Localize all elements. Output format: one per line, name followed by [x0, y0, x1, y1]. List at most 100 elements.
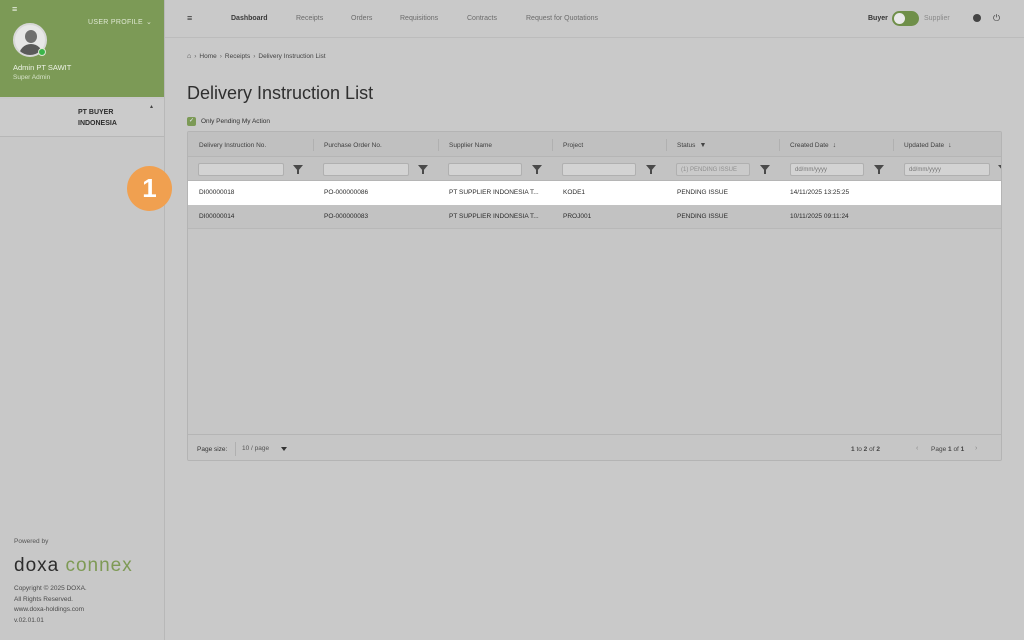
filter-created-date[interactable]: dd/mm/yyyy — [790, 163, 864, 176]
page-title: Delivery Instruction List — [187, 83, 374, 103]
cell-supplier-name: PT SUPPLIER INDONESIA T... — [449, 213, 539, 220]
pending-checkbox-label[interactable]: Only Pending My Action — [201, 118, 270, 125]
profile-panel: ≡ USER PROFILE ⌄ Admin PT SAWIT Super Adm… — [0, 0, 164, 97]
filter-updated-date[interactable]: dd/mm/yyyy — [904, 163, 990, 176]
page-word: Page — [931, 446, 947, 453]
version-text: v.02.01.01 — [14, 616, 44, 624]
col-header-delivery-instruction-no[interactable]: Delivery Instruction No. — [199, 142, 266, 149]
filter-row: (1) PENDING ISSUE dd/mm/yyyy dd/mm/yyyy — [188, 157, 1001, 181]
filter-delivery-instruction-no[interactable] — [198, 163, 284, 176]
col-header-project[interactable]: Project — [563, 142, 583, 149]
nav-requisitions[interactable]: Requisitions — [400, 15, 438, 22]
cell-status: PENDING ISSUE — [677, 213, 728, 220]
breadcrumb-receipts[interactable]: Receipts — [225, 53, 250, 60]
filter-purchase-order-no[interactable] — [323, 163, 409, 176]
logo-connex: connex — [65, 555, 133, 576]
copyright-text: Copyright © 2025 DOXA. — [14, 585, 87, 592]
col-header-created-date[interactable]: Created Date ↓ — [790, 142, 836, 149]
sidebar-footer: Copyright © 2025 DOXA. All Rights Reserv… — [14, 584, 87, 626]
filter-icon[interactable] — [998, 165, 1001, 171]
buyer-supplier-toggle[interactable] — [892, 11, 919, 26]
caret-down-icon — [281, 447, 287, 451]
top-navigation: ≡ Dashboard Receipts Orders Requisitions… — [165, 0, 1024, 38]
col-header-status[interactable]: Status ▼ — [677, 142, 706, 149]
sort-desc-icon[interactable]: ↓ — [948, 142, 952, 149]
cell-created-date: 14/11/2025 13:25:25 — [790, 189, 850, 196]
grid-header: Delivery Instruction No. Purchase Order … — [188, 132, 1001, 157]
pending-checkbox[interactable]: ✓ — [187, 117, 196, 126]
range-of: of — [869, 446, 875, 453]
filter-status[interactable]: (1) PENDING ISSUE — [676, 163, 750, 176]
globe-icon[interactable] — [973, 14, 981, 22]
table-row[interactable]: DI00000014 PO-000000083 PT SUPPLIER INDO… — [188, 205, 1001, 229]
cell-delivery-instruction-no[interactable]: DI00000014 — [199, 213, 234, 220]
page-indicator: Page 1 of 1 — [931, 446, 964, 453]
rights-text: All Rights Reserved. — [14, 595, 73, 603]
website-link[interactable]: www.doxa-holdings.com — [14, 605, 87, 616]
avatar-head — [25, 30, 37, 43]
next-page-icon[interactable]: › — [975, 445, 977, 452]
page-of: of — [953, 446, 959, 453]
hamburger-menu-icon[interactable]: ≡ — [187, 13, 192, 23]
row-range: 1 to 2 of 2 — [851, 446, 880, 453]
doxa-connex-logo: doxa connex — [14, 555, 133, 577]
sidebar-menu-icon[interactable]: ≡ — [12, 4, 17, 14]
filter-icon[interactable] — [760, 165, 770, 174]
nav-dashboard[interactable]: Dashboard — [231, 15, 268, 22]
home-icon[interactable]: ⌂ — [187, 53, 191, 60]
filter-icon[interactable] — [418, 165, 428, 174]
col-divider[interactable] — [779, 139, 780, 151]
col-divider[interactable] — [893, 139, 894, 151]
sidebar: ≡ USER PROFILE ⌄ Admin PT SAWIT Super Adm… — [0, 0, 165, 640]
cell-status: PENDING ISSUE — [677, 189, 728, 196]
filter-supplier-name[interactable] — [448, 163, 522, 176]
page-size-select[interactable]: 10 / page — [235, 442, 291, 456]
power-icon[interactable]: ⏻ — [993, 13, 1000, 23]
powered-by-label: Powered by — [14, 538, 49, 545]
filter-project[interactable] — [562, 163, 636, 176]
table-row[interactable]: DI00000018 PO-000000086 PT SUPPLIER INDO… — [188, 181, 1001, 205]
chevron-down-icon: ⌄ — [145, 19, 153, 26]
previous-page-icon[interactable]: ‹ — [916, 445, 918, 452]
page-current: 1 — [948, 446, 952, 453]
cell-purchase-order-no: PO-000000086 — [324, 189, 369, 196]
filter-icon[interactable] — [293, 165, 303, 174]
user-name: Admin PT SAWIT — [13, 63, 72, 72]
role-buyer-label: Buyer — [868, 15, 888, 22]
sort-desc-icon[interactable]: ↓ — [833, 142, 837, 149]
breadcrumb: ⌂ › Home › Receipts › Delivery Instruction Lis… — [187, 53, 326, 60]
cell-delivery-instruction-no[interactable]: DI00000018 — [199, 189, 234, 196]
toggle-knob — [894, 13, 905, 24]
range-to: to — [856, 446, 862, 453]
col-header-status-label: Status — [677, 142, 696, 149]
page-size-value: 10 / page — [242, 445, 270, 452]
filter-active-icon[interactable]: ▼ — [699, 142, 706, 149]
role-supplier-label: Supplier — [924, 15, 950, 22]
breadcrumb-current: Delivery Instruction List — [258, 53, 326, 60]
cell-supplier-name: PT SUPPLIER INDONESIA T... — [449, 189, 539, 196]
col-header-purchase-order-no[interactable]: Purchase Order No. — [324, 142, 382, 149]
range-start: 1 — [851, 446, 855, 453]
company-selector[interactable]: PT BUYER INDONESIA ▴ — [0, 99, 164, 137]
col-divider[interactable] — [552, 139, 553, 151]
nav-orders[interactable]: Orders — [351, 15, 372, 22]
col-header-updated-date-label: Updated Date — [904, 142, 945, 149]
nav-request-for-quotations[interactable]: Request for Quotations — [526, 15, 598, 22]
col-divider[interactable] — [438, 139, 439, 151]
filter-icon[interactable] — [532, 165, 542, 174]
col-header-supplier-name[interactable]: Supplier Name — [449, 142, 492, 149]
filter-icon[interactable] — [874, 165, 884, 174]
col-header-updated-date[interactable]: Updated Date ↓ — [904, 142, 952, 149]
user-profile-dropdown[interactable]: USER PROFILE ⌄ — [88, 18, 152, 26]
nav-receipts[interactable]: Receipts — [296, 15, 323, 22]
breadcrumb-home[interactable]: Home — [199, 53, 216, 60]
col-divider[interactable] — [666, 139, 667, 151]
col-divider[interactable] — [313, 139, 314, 151]
company-name: PT BUYER INDONESIA — [78, 109, 117, 127]
user-role: Super Admin — [13, 74, 51, 81]
filter-icon[interactable] — [646, 165, 656, 174]
cell-project: KODE1 — [563, 189, 586, 196]
grid-footer: Page size: 10 / page 1 to 2 of 2 ‹ Page … — [188, 434, 1001, 460]
cell-purchase-order-no: PO-000000083 — [324, 213, 369, 220]
nav-contracts[interactable]: Contracts — [467, 15, 497, 22]
